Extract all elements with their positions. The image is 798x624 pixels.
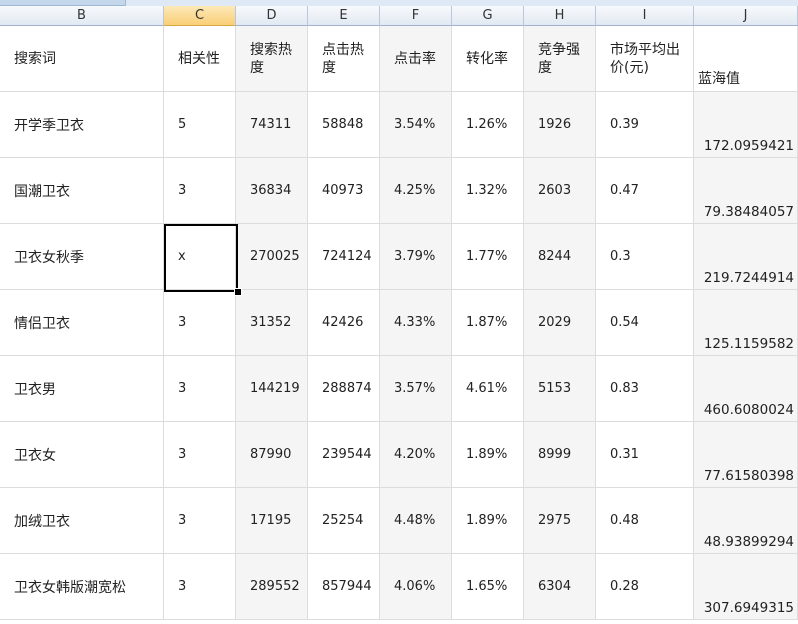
column-header-h[interactable]: H	[524, 6, 596, 26]
cell-h-row-8[interactable]: 6304	[524, 554, 596, 620]
cell-f-row-6[interactable]: 4.20%	[380, 422, 452, 488]
cell-j-row-6[interactable]: 77.61580398	[694, 422, 798, 488]
header-cell-j[interactable]: 蓝海值	[694, 26, 798, 92]
cell-c-row-6[interactable]: 3	[164, 422, 236, 488]
cell-i-row-5[interactable]: 0.83	[596, 356, 694, 422]
cell-b-row-7[interactable]: 加绒卫衣	[0, 488, 164, 554]
cell-g-row-7[interactable]: 1.89%	[452, 488, 524, 554]
cell-b-row-4[interactable]: 情侣卫衣	[0, 290, 164, 356]
cell-b-row-1[interactable]: 开学季卫衣	[0, 92, 164, 158]
header-cell-c[interactable]: 相关性	[164, 26, 236, 92]
column-header-b[interactable]: B	[0, 6, 164, 26]
cell-h-row-2[interactable]: 2603	[524, 158, 596, 224]
cell-j-row-2[interactable]: 79.38484057	[694, 158, 798, 224]
cell-g-row-1[interactable]: 1.26%	[452, 92, 524, 158]
cell-h-row-5[interactable]: 5153	[524, 356, 596, 422]
cell-e-row-6[interactable]: 239544	[308, 422, 380, 488]
spreadsheet[interactable]: BCDEFGHIJ 搜索词 相关性 搜索热度 点击热度 点击率 转化率 竞争强度 市场平均出价…	[0, 0, 798, 624]
cell-d-row-2[interactable]: 36834	[236, 158, 308, 224]
cell-e-row-3[interactable]: 724124	[308, 224, 380, 290]
column-header-d[interactable]: D	[236, 6, 308, 26]
cell-g-row-6[interactable]: 1.89%	[452, 422, 524, 488]
cell-f-row-1[interactable]: 3.54%	[380, 92, 452, 158]
cell-j-row-7[interactable]: 48.93899294	[694, 488, 798, 554]
cell-g-row-2[interactable]: 1.32%	[452, 158, 524, 224]
header-cell-f[interactable]: 点击率	[380, 26, 452, 92]
header-cell-i[interactable]: 市场平均出价(元)	[596, 26, 694, 92]
cell-h-row-4[interactable]: 2029	[524, 290, 596, 356]
cell-e-row-7[interactable]: 25254	[308, 488, 380, 554]
cell-e-row-5[interactable]: 288874	[308, 356, 380, 422]
cell-d-row-6[interactable]: 87990	[236, 422, 308, 488]
header-cell-d[interactable]: 搜索热度	[236, 26, 308, 92]
fill-handle[interactable]	[234, 288, 242, 296]
cell-i-row-7[interactable]: 0.48	[596, 488, 694, 554]
cell-f-row-2[interactable]: 4.25%	[380, 158, 452, 224]
header-cell-g[interactable]: 转化率	[452, 26, 524, 92]
cell-j-row-1[interactable]: 172.0959421	[694, 92, 798, 158]
cell-i-row-4[interactable]: 0.54	[596, 290, 694, 356]
cell-g-row-8[interactable]: 1.65%	[452, 554, 524, 620]
cell-d-row-4[interactable]: 31352	[236, 290, 308, 356]
column-header-g[interactable]: G	[452, 6, 524, 26]
cell-f-row-4[interactable]: 4.33%	[380, 290, 452, 356]
cell-b-row-2[interactable]: 国潮卫衣	[0, 158, 164, 224]
cell-c-row-8[interactable]: 3	[164, 554, 236, 620]
column-header-c[interactable]: C	[164, 6, 236, 26]
selected-cell-border[interactable]	[164, 224, 238, 292]
cell-e-row-2[interactable]: 40973	[308, 158, 380, 224]
cell-h-row-1[interactable]: 1926	[524, 92, 596, 158]
cell-i-row-6[interactable]: 0.31	[596, 422, 694, 488]
cell-j-row-4[interactable]: 125.1159582	[694, 290, 798, 356]
cell-d-row-7[interactable]: 17195	[236, 488, 308, 554]
header-cell-b[interactable]: 搜索词	[0, 26, 164, 92]
cell-c-row-5[interactable]: 3	[164, 356, 236, 422]
cell-d-row-3[interactable]: 270025	[236, 224, 308, 290]
header-cell-e[interactable]: 点击热度	[308, 26, 380, 92]
cell-g-row-5[interactable]: 4.61%	[452, 356, 524, 422]
header-cell-h[interactable]: 竞争强度	[524, 26, 596, 92]
cell-j-row-8[interactable]: 307.6949315	[694, 554, 798, 620]
cell-h-row-6[interactable]: 8999	[524, 422, 596, 488]
cell-b-row-6[interactable]: 卫衣女	[0, 422, 164, 488]
cell-f-row-7[interactable]: 4.48%	[380, 488, 452, 554]
cell-f-row-3[interactable]: 3.79%	[380, 224, 452, 290]
cell-i-row-1[interactable]: 0.39	[596, 92, 694, 158]
cell-j-row-3[interactable]: 219.7244914	[694, 224, 798, 290]
cell-e-row-8[interactable]: 857944	[308, 554, 380, 620]
cell-j-row-5[interactable]: 460.6080024	[694, 356, 798, 422]
cell-d-row-8[interactable]: 289552	[236, 554, 308, 620]
cell-h-row-7[interactable]: 2975	[524, 488, 596, 554]
cell-g-row-4[interactable]: 1.87%	[452, 290, 524, 356]
cell-b-row-3[interactable]: 卫衣女秋季	[0, 224, 164, 290]
cell-c-row-1[interactable]: 5	[164, 92, 236, 158]
column-header-f[interactable]: F	[380, 6, 452, 26]
column-header-e[interactable]: E	[308, 6, 380, 26]
cell-b-row-5[interactable]: 卫衣男	[0, 356, 164, 422]
cell-i-row-3[interactable]: 0.3	[596, 224, 694, 290]
cell-d-row-5[interactable]: 144219	[236, 356, 308, 422]
cell-g-row-3[interactable]: 1.77%	[452, 224, 524, 290]
cell-c-row-2[interactable]: 3	[164, 158, 236, 224]
cell-e-row-1[interactable]: 58848	[308, 92, 380, 158]
cell-c-row-7[interactable]: 3	[164, 488, 236, 554]
column-header-i[interactable]: I	[596, 6, 694, 26]
cell-i-row-2[interactable]: 0.47	[596, 158, 694, 224]
cell-i-row-8[interactable]: 0.28	[596, 554, 694, 620]
cell-b-row-8[interactable]: 卫衣女韩版潮宽松	[0, 554, 164, 620]
cell-d-row-1[interactable]: 74311	[236, 92, 308, 158]
cell-e-row-4[interactable]: 42426	[308, 290, 380, 356]
cell-f-row-8[interactable]: 4.06%	[380, 554, 452, 620]
cell-c-row-4[interactable]: 3	[164, 290, 236, 356]
cell-f-row-5[interactable]: 3.57%	[380, 356, 452, 422]
column-header-j[interactable]: J	[694, 6, 798, 26]
cell-h-row-3[interactable]: 8244	[524, 224, 596, 290]
